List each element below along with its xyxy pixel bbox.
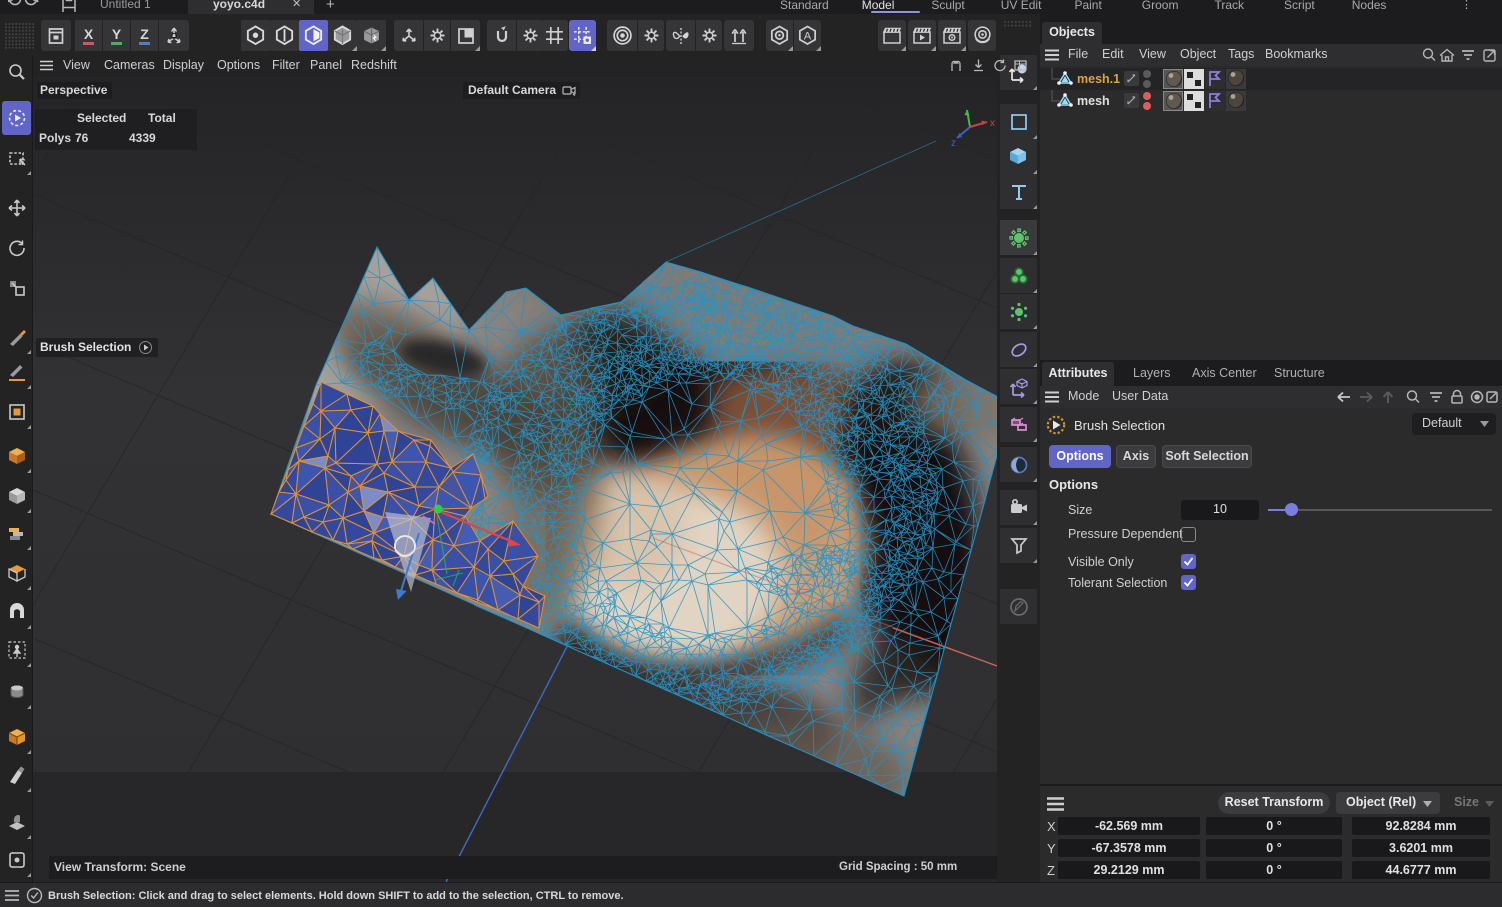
svg-text:z: z	[951, 138, 956, 149]
svg-text:x: x	[990, 118, 995, 129]
svg-text:A: A	[804, 30, 812, 42]
